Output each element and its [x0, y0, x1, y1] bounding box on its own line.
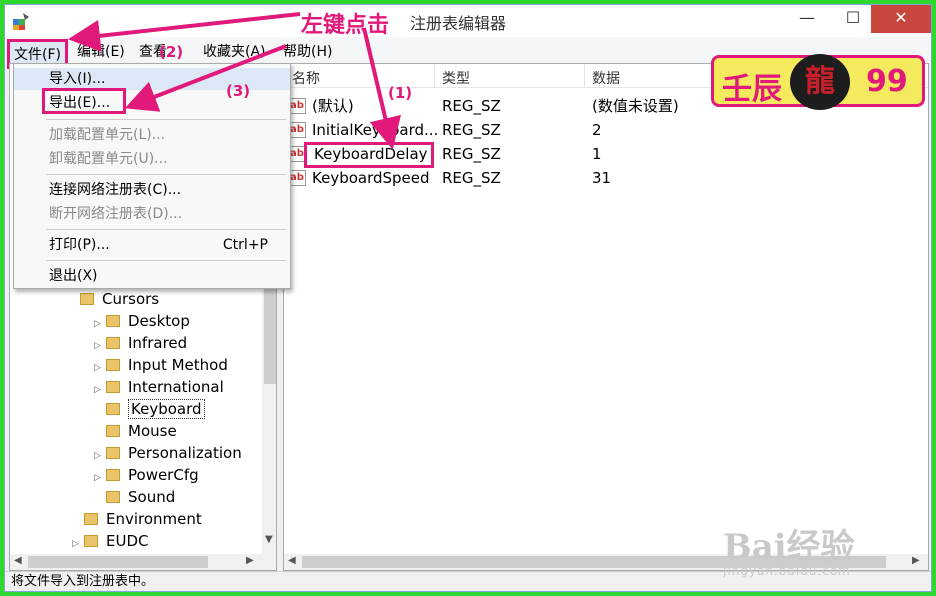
- menu-item-load-hive[interactable]: 加载配置单元(L)...: [14, 124, 290, 146]
- window-title: 注册表编辑器: [410, 14, 507, 33]
- tree-horizontal-scrollbar[interactable]: ◀ ▶: [10, 554, 276, 570]
- folder-icon: [106, 381, 120, 393]
- folder-icon: [106, 403, 120, 415]
- title-bar: 左键点击 注册表编辑器 — ☐ ✕: [5, 5, 931, 38]
- dragon-logo-icon: 龍: [790, 54, 850, 110]
- maximize-button[interactable]: ☐: [831, 5, 875, 33]
- tree-item[interactable]: ▷ EUDC: [72, 530, 148, 552]
- table-row-keyboard-delay[interactable]: ab KeyboardDelay REG_SZ 1: [284, 142, 928, 168]
- close-button[interactable]: ✕: [871, 5, 931, 33]
- watermark-brand: Bai经验: [723, 527, 855, 567]
- file-menu-dropdown: 导入(I)... 导出(E)... 加载配置单元(L)... 卸载配置单元(U)…: [13, 63, 291, 289]
- folder-icon: [106, 491, 120, 503]
- folder-icon: [80, 293, 94, 305]
- folder-icon: [84, 535, 98, 547]
- annotation-step-3: (3): [226, 82, 251, 100]
- tree-item[interactable]: ▷ International: [94, 376, 224, 398]
- tree-item[interactable]: Mouse: [106, 420, 177, 442]
- tree-item[interactable]: ▷ Infrared: [94, 332, 187, 354]
- annotation-left-click: 左键点击: [301, 13, 390, 38]
- tree-vertical-scroll-thumb[interactable]: [264, 284, 276, 384]
- minimize-button[interactable]: —: [785, 5, 829, 33]
- tree-item[interactable]: ▷ Input Method: [94, 354, 228, 376]
- menu-favorites[interactable]: 收藏夹(A): [203, 41, 266, 61]
- column-header-data[interactable]: 数据: [592, 68, 620, 88]
- logo-text: 壬辰: [722, 72, 782, 107]
- folder-icon: [84, 513, 98, 525]
- close-icon: ✕: [894, 8, 908, 27]
- tree-item[interactable]: ▷ PowerCfg: [94, 464, 199, 486]
- scroll-left-icon[interactable]: ◀: [288, 555, 296, 566]
- tree-item-keyboard[interactable]: Keyboard: [106, 398, 205, 420]
- menu-item-connect-network[interactable]: 连接网络注册表(C)...: [14, 179, 290, 201]
- expand-arrow-icon[interactable]: ▷: [94, 467, 106, 489]
- column-header-name[interactable]: 名称: [292, 68, 320, 88]
- menu-item-unload-hive[interactable]: 卸载配置单元(U)...: [14, 148, 290, 170]
- scroll-right-icon[interactable]: ▶: [246, 555, 254, 566]
- logo-badge: 壬辰 龍 99: [711, 54, 925, 110]
- column-divider[interactable]: [584, 64, 585, 88]
- menu-item-print[interactable]: 打印(P)... Ctrl+P: [14, 234, 290, 256]
- folder-icon: [106, 315, 120, 327]
- menu-help[interactable]: 帮助(H): [283, 41, 332, 61]
- expand-arrow-icon[interactable]: ▷: [72, 533, 84, 555]
- registry-app-icon: [13, 13, 29, 30]
- tree-item[interactable]: Cursors: [80, 288, 159, 310]
- tree-item[interactable]: Sound: [106, 486, 175, 508]
- table-row[interactable]: ab InitialKeyboard... REG_SZ 2: [284, 118, 928, 142]
- table-row[interactable]: ab KeyboardSpeed REG_SZ 31: [284, 166, 928, 190]
- menu-separator: [46, 260, 286, 261]
- watermark-url: jingyan.baidu.com: [723, 564, 851, 578]
- folder-icon: [106, 337, 120, 349]
- menu-item-exit[interactable]: 退出(X): [14, 265, 290, 287]
- annotation-step-1: (1): [388, 84, 413, 102]
- folder-icon: [106, 425, 120, 437]
- menu-item-disconnect-network[interactable]: 断开网络注册表(D)...: [14, 203, 290, 225]
- logo-number: 99: [866, 64, 908, 99]
- tree-item[interactable]: ▷ Desktop: [94, 310, 190, 332]
- maximize-icon: ☐: [845, 8, 861, 27]
- folder-icon: [106, 359, 120, 371]
- menu-edit[interactable]: 编辑(E): [77, 41, 125, 61]
- menu-separator: [46, 174, 286, 175]
- baidu-watermark: Bai经验 jingyan.baidu.com: [723, 519, 923, 579]
- tree-horizontal-scroll-thumb[interactable]: [28, 556, 208, 568]
- scroll-left-icon[interactable]: ◀: [14, 555, 22, 566]
- annotation-step-2: (2): [159, 43, 184, 61]
- folder-icon: [106, 447, 120, 459]
- menu-separator: [46, 229, 286, 230]
- menu-separator: [46, 119, 286, 120]
- expand-arrow-icon[interactable]: ▷: [94, 379, 106, 401]
- column-header-type[interactable]: 类型: [442, 68, 470, 88]
- folder-icon: [106, 469, 120, 481]
- minimize-icon: —: [799, 8, 815, 27]
- tree-item[interactable]: ▷ Personalization: [94, 442, 242, 464]
- highlight-box: [42, 88, 126, 114]
- print-shortcut: Ctrl+P: [222, 237, 268, 253]
- column-divider[interactable]: [434, 64, 435, 88]
- values-list[interactable]: 名称 类型 数据 ab (默认) REG_SZ (数值未设置) ab Initi…: [283, 63, 929, 571]
- status-text: 将文件导入到注册表中。: [11, 574, 155, 589]
- registry-editor-window: 左键点击 注册表编辑器 — ☐ ✕ 文件(F) 编辑(E) 查看 收藏夹(A) …: [4, 4, 932, 592]
- tree-item[interactable]: Environment: [84, 508, 202, 530]
- scroll-down-icon[interactable]: ▼: [265, 534, 273, 545]
